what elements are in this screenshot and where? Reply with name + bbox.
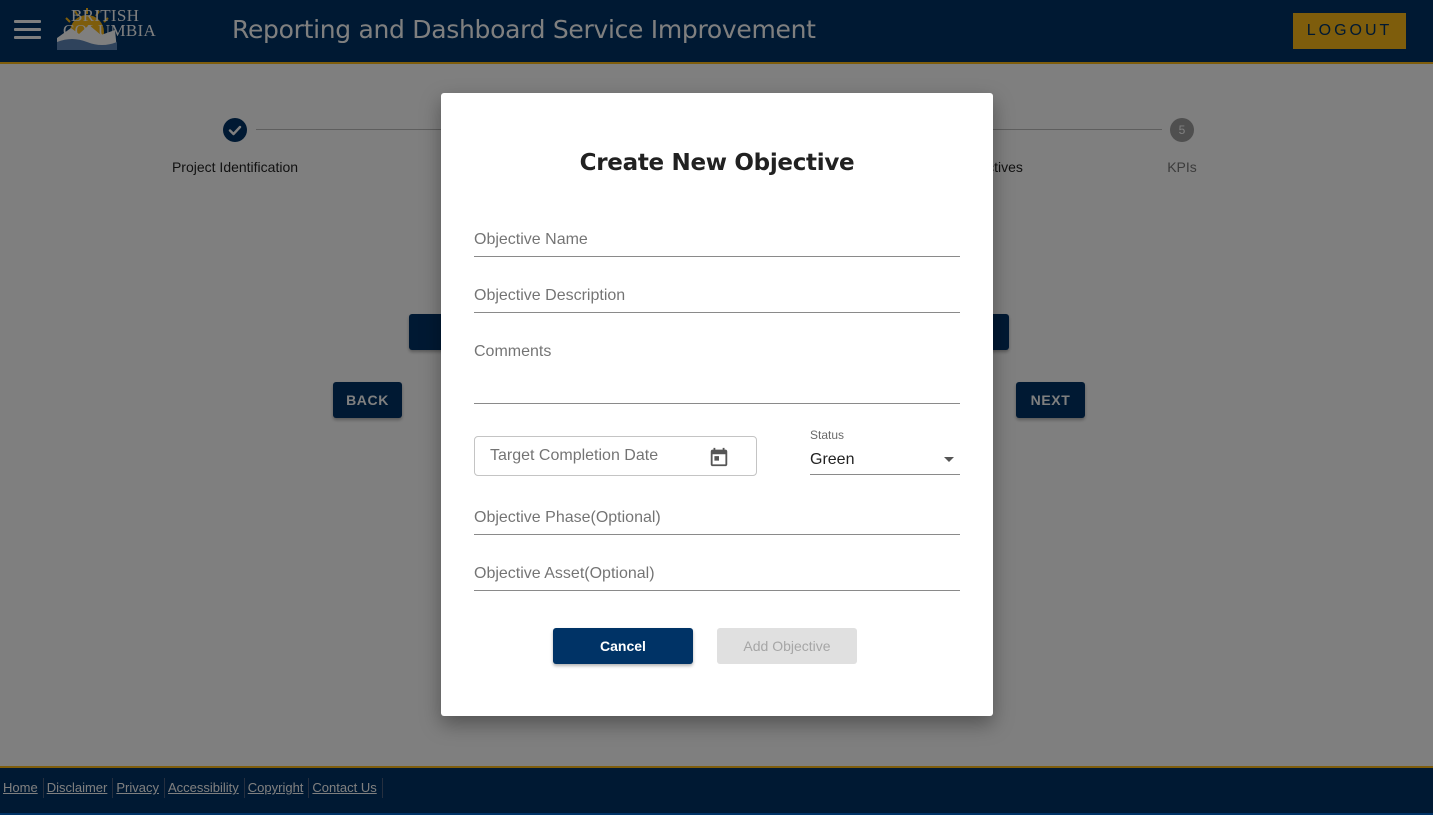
calendar-icon[interactable]: [708, 446, 730, 468]
cancel-button[interactable]: Cancel: [553, 628, 693, 664]
target-date-field: [474, 436, 757, 476]
status-label: Status: [810, 428, 845, 442]
add-objective-button[interactable]: Add Objective: [717, 628, 857, 664]
status-value: Green: [810, 451, 855, 468]
objective-description-input[interactable]: [474, 281, 960, 313]
objective-phase-input[interactable]: [474, 503, 960, 535]
objective-description-field: [474, 281, 960, 313]
target-date-input[interactable]: [488, 446, 702, 466]
objective-asset-input[interactable]: [474, 559, 960, 591]
status-select[interactable]: Green: [810, 445, 960, 475]
objective-name-input[interactable]: [474, 225, 960, 257]
objective-name-field: [474, 225, 960, 257]
comments-input[interactable]: [474, 337, 960, 404]
create-objective-dialog: Create New Objective Status Green Cancel…: [441, 93, 993, 716]
objective-phase-field: [474, 503, 960, 535]
comments-field: [474, 337, 960, 409]
dropdown-arrow-icon: [944, 457, 954, 462]
objective-asset-field: [474, 559, 960, 591]
dialog-title: Create New Objective: [579, 150, 855, 176]
